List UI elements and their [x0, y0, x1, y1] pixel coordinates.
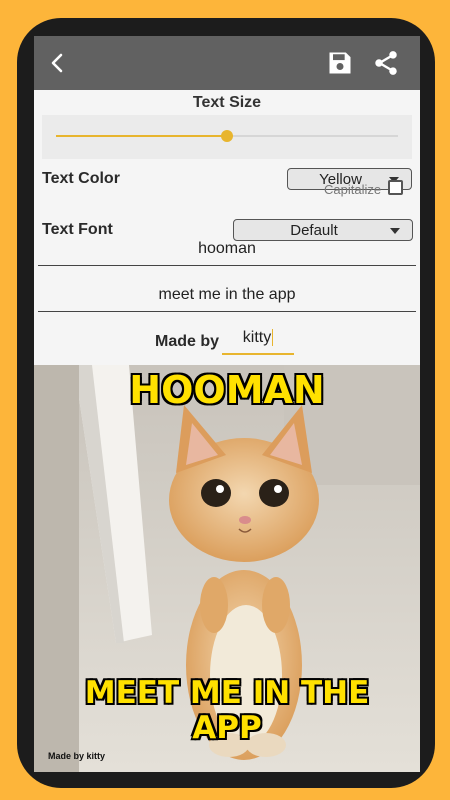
top-text-input[interactable]: hooman: [38, 240, 416, 266]
meme-bottom-caption-line2: APP: [191, 710, 262, 746]
toolbar: [34, 36, 420, 90]
text-color-label: Text Color: [42, 170, 120, 187]
text-font-value: Default: [290, 221, 338, 239]
capitalize-checkbox[interactable]: [388, 180, 403, 195]
back-button[interactable]: [38, 36, 78, 90]
app-screen: Text Size Text Color Yellow Capitalize T…: [34, 36, 420, 772]
text-size-slider[interactable]: [42, 115, 412, 159]
arrow-left-icon: [51, 53, 63, 73]
bottom-text-value: meet me in the app: [158, 286, 296, 303]
made-by-input[interactable]: kitty: [222, 329, 294, 355]
text-font-label: Text Font: [42, 221, 113, 238]
text-cursor: [272, 329, 274, 347]
meme-controls: Text Size Text Color Yellow Capitalize T…: [34, 90, 420, 365]
chevron-down-icon: [390, 228, 400, 234]
floppy-disk-icon: [329, 52, 351, 74]
made-by-value: kitty: [242, 329, 272, 346]
meme-top-caption: HOOMAN: [128, 368, 325, 412]
made-by-label: Made by: [155, 333, 220, 350]
capitalize-label: Capitalize: [324, 182, 382, 197]
slider-fill: [56, 135, 227, 137]
meme-bottom-caption-line1: MEET ME IN THE: [84, 675, 371, 711]
share-icon: [375, 51, 397, 75]
bottom-text-input[interactable]: meet me in the app: [38, 286, 416, 312]
slider-thumb[interactable]: [221, 130, 233, 142]
text-font-dropdown[interactable]: Default: [233, 219, 413, 241]
made-by-watermark: Made by kitty: [48, 751, 106, 761]
meme-preview: HOOMAN MEET ME IN THE APP Made by kitty: [34, 365, 420, 772]
text-size-label: Text Size: [192, 94, 262, 111]
share-button[interactable]: [364, 36, 408, 90]
save-button[interactable]: [320, 36, 360, 90]
